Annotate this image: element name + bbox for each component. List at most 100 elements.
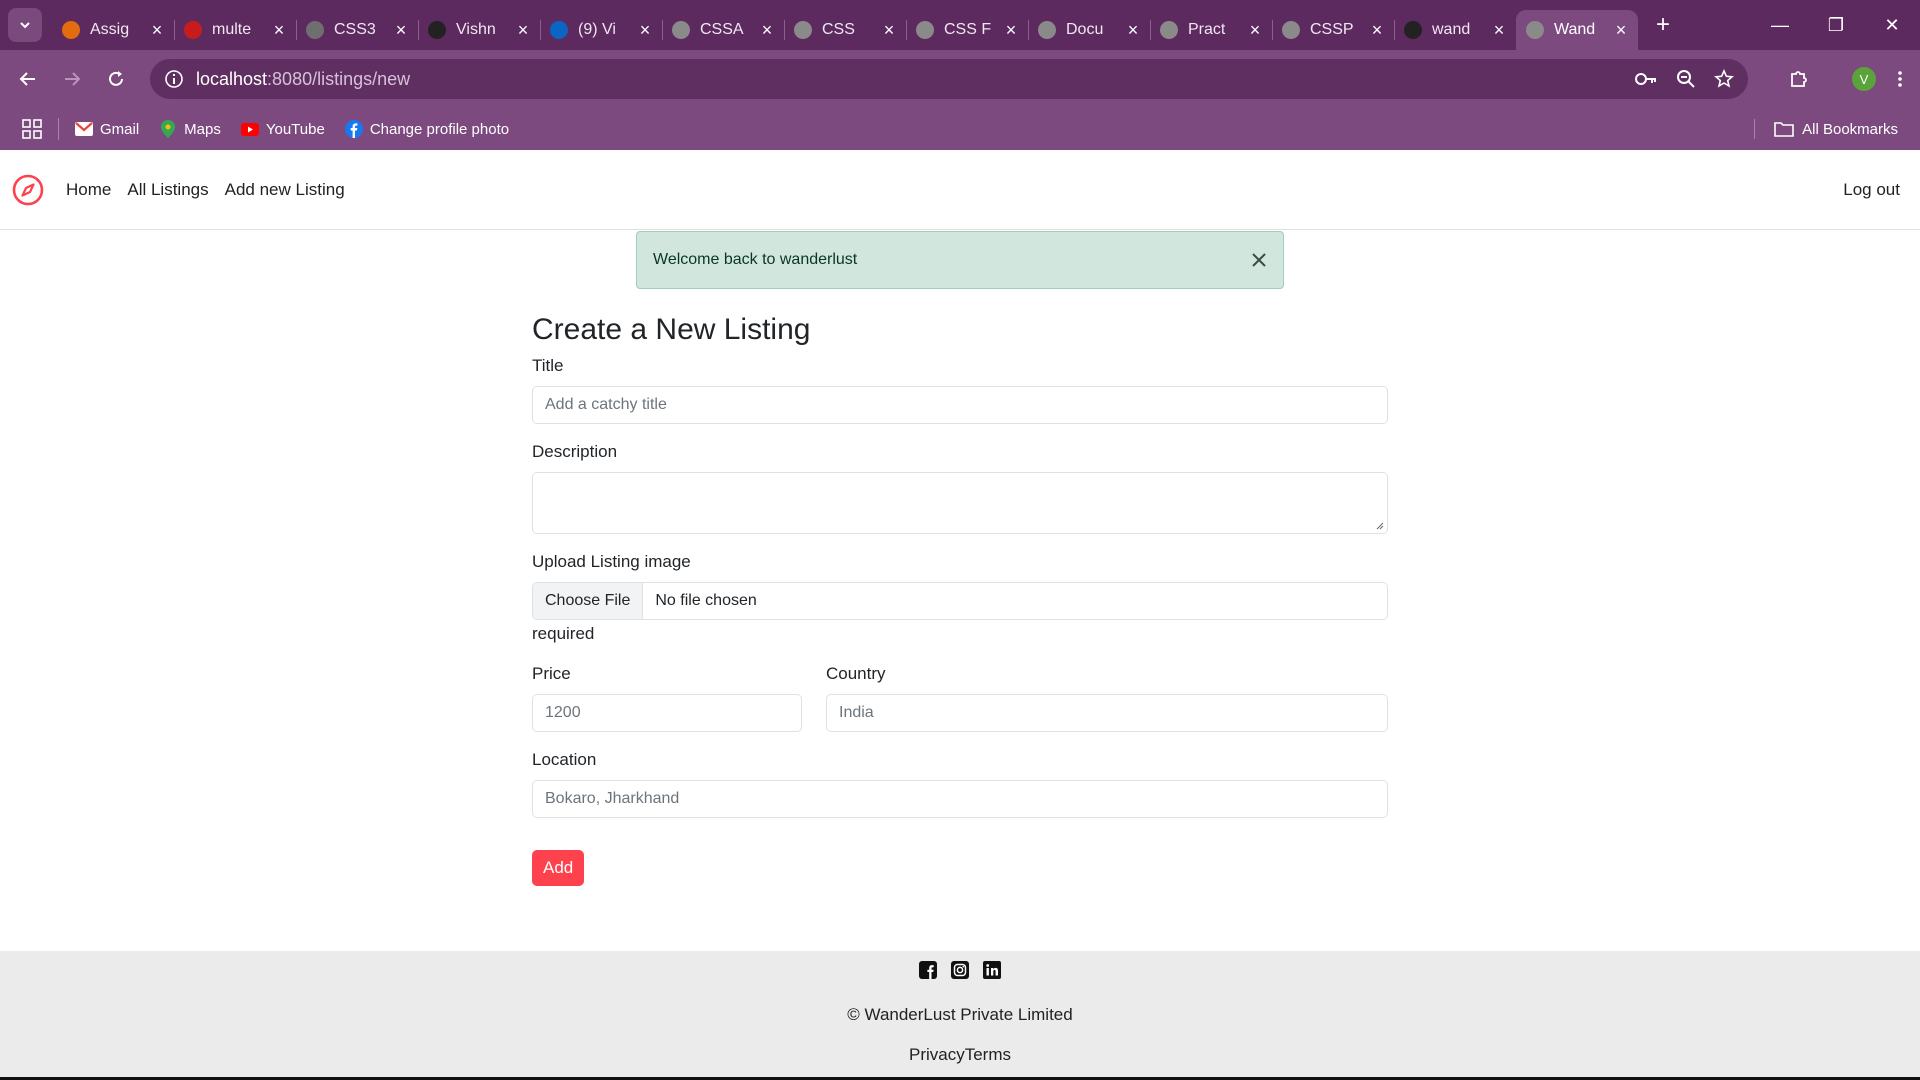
restore-button[interactable]: ❐ xyxy=(1808,0,1864,50)
tab-close-icon[interactable]: × xyxy=(758,20,776,41)
browser-tab[interactable]: wand × xyxy=(1394,10,1516,50)
all-bookmarks-button[interactable]: All Bookmarks xyxy=(1754,108,1898,150)
chevron-down-icon xyxy=(20,22,30,29)
tab-favicon-icon xyxy=(794,21,812,39)
bookmark-label: Change profile photo xyxy=(369,120,510,138)
close-icon[interactable] xyxy=(1247,248,1271,272)
bookmark-label: YouTube xyxy=(265,120,325,138)
nav-link-home[interactable]: Home xyxy=(66,180,111,200)
image-file-input[interactable]: Choose File No file chosen xyxy=(532,582,1388,620)
back-button[interactable] xyxy=(6,57,50,101)
tab-close-icon[interactable]: × xyxy=(392,20,410,41)
close-window-button[interactable]: ✕ xyxy=(1864,0,1920,50)
choose-file-button[interactable]: Choose File xyxy=(533,583,644,619)
url-text: localhost:8080/listings/new xyxy=(196,69,410,90)
terms-link[interactable]: Terms xyxy=(965,1045,1011,1064)
bookmark-gmail[interactable]: Gmail xyxy=(75,120,139,138)
new-tab-button[interactable]: + xyxy=(1646,8,1680,42)
site-info-icon[interactable] xyxy=(154,69,194,89)
tab-close-icon[interactable]: × xyxy=(148,20,166,41)
tab-favicon-icon xyxy=(1038,21,1056,39)
browser-tab[interactable]: Wand × xyxy=(1516,10,1638,50)
reload-button[interactable] xyxy=(94,57,138,101)
all-bookmarks-label: All Bookmarks xyxy=(1802,120,1898,138)
resize-grip-icon[interactable] xyxy=(1376,522,1384,530)
tab-favicon-icon xyxy=(62,21,80,39)
web-page: Home All Listings Add new Listing Log ou… xyxy=(0,150,1920,1080)
nav-link-all-listings[interactable]: All Listings xyxy=(127,180,208,200)
add-listing-button[interactable]: Add xyxy=(532,850,585,886)
tab-close-icon[interactable]: × xyxy=(636,20,654,41)
tab-close-icon[interactable]: × xyxy=(270,20,288,41)
title-label: Title xyxy=(532,356,564,375)
browser-tab[interactable]: CSSP × xyxy=(1272,10,1394,50)
browser-tab[interactable]: CSS × xyxy=(784,10,906,50)
maps-icon xyxy=(159,120,177,138)
country-label: Country xyxy=(826,664,886,683)
browser-tab[interactable]: Assig × xyxy=(52,10,174,50)
compass-logo-icon[interactable] xyxy=(12,174,44,206)
tab-close-icon[interactable]: × xyxy=(1002,20,1020,41)
extensions-icon[interactable] xyxy=(1788,68,1810,90)
tab-title: CSS F xyxy=(944,21,992,38)
bookmark-maps[interactable]: Maps xyxy=(159,120,221,138)
password-key-icon[interactable] xyxy=(1634,69,1658,89)
address-bar[interactable]: localhost:8080/listings/new xyxy=(150,59,1748,99)
file-status: No file chosen xyxy=(655,592,757,609)
tab-favicon-icon xyxy=(916,21,934,39)
browser-tab[interactable]: CSS3 × xyxy=(296,10,418,50)
image-upload-label: Upload Listing image xyxy=(532,552,691,571)
tab-close-icon[interactable]: × xyxy=(1246,20,1264,41)
title-input[interactable]: Add a catchy title xyxy=(532,386,1388,424)
tab-title: Pract xyxy=(1188,21,1226,38)
browser-tab[interactable]: multe × xyxy=(174,10,296,50)
tab-close-icon[interactable]: × xyxy=(1612,20,1630,41)
tab-title: CSSP xyxy=(1310,21,1354,38)
nav-link-add-new-listing[interactable]: Add new Listing xyxy=(225,180,345,200)
more-menu-icon[interactable] xyxy=(1890,69,1910,89)
tab-favicon-icon xyxy=(1160,21,1178,39)
alert-message: Welcome back to wanderlust xyxy=(653,251,858,268)
tab-title: Docu xyxy=(1066,21,1104,38)
tab-list: Assig × multe × CSS3 × Vishn × (9) Vi × CSSA × CSS × C… xyxy=(52,0,1638,50)
location-input[interactable]: Bokaro, Jharkhand xyxy=(532,780,1388,818)
browser-tab[interactable]: Docu × xyxy=(1028,10,1150,50)
footer-links: PrivacyTerms xyxy=(0,1045,1920,1065)
privacy-link[interactable]: Privacy xyxy=(909,1045,965,1064)
tab-close-icon[interactable]: × xyxy=(880,20,898,41)
tab-search-button[interactable] xyxy=(8,8,42,42)
tab-close-icon[interactable]: × xyxy=(1490,20,1508,41)
arrow-right-icon xyxy=(65,72,81,86)
browser-tab[interactable]: CSS F × xyxy=(906,10,1028,50)
tab-close-icon[interactable]: × xyxy=(514,20,532,41)
social-links xyxy=(0,961,1920,981)
site-navbar: Home All Listings Add new Listing Log ou… xyxy=(0,150,1920,230)
bookmark-facebook[interactable]: Change profile photo xyxy=(344,120,510,138)
browser-tab[interactable]: Pract × xyxy=(1150,10,1272,50)
bookmark-label: Gmail xyxy=(100,120,140,138)
tab-close-icon[interactable]: × xyxy=(1368,20,1386,41)
apps-grid-icon[interactable] xyxy=(22,119,42,139)
browser-tab[interactable]: Vishn × xyxy=(418,10,540,50)
price-input[interactable]: 1200 xyxy=(532,694,802,732)
window-controls: — ❐ ✕ xyxy=(1752,0,1920,50)
browser-tab[interactable]: CSSA × xyxy=(662,10,784,50)
forward-button[interactable] xyxy=(50,57,94,101)
gmail-icon xyxy=(75,120,93,138)
linkedin-icon[interactable] xyxy=(983,961,1001,979)
instagram-icon[interactable] xyxy=(951,961,969,979)
minimize-button[interactable]: — xyxy=(1752,0,1808,50)
tab-favicon-icon xyxy=(306,21,324,39)
facebook-square-icon[interactable] xyxy=(919,961,937,979)
tab-close-icon[interactable]: × xyxy=(1124,20,1142,41)
country-input[interactable]: India xyxy=(826,694,1388,732)
tab-favicon-icon xyxy=(672,21,690,39)
description-textarea[interactable] xyxy=(532,472,1388,534)
browser-tab[interactable]: (9) Vi × xyxy=(540,10,662,50)
profile-avatar[interactable]: V xyxy=(1852,67,1876,91)
logout-link[interactable]: Log out xyxy=(1843,150,1900,230)
bookmark-youtube[interactable]: YouTube xyxy=(240,120,325,138)
zoom-icon[interactable] xyxy=(1676,69,1696,89)
price-label: Price xyxy=(532,664,571,683)
star-icon[interactable] xyxy=(1714,69,1734,89)
